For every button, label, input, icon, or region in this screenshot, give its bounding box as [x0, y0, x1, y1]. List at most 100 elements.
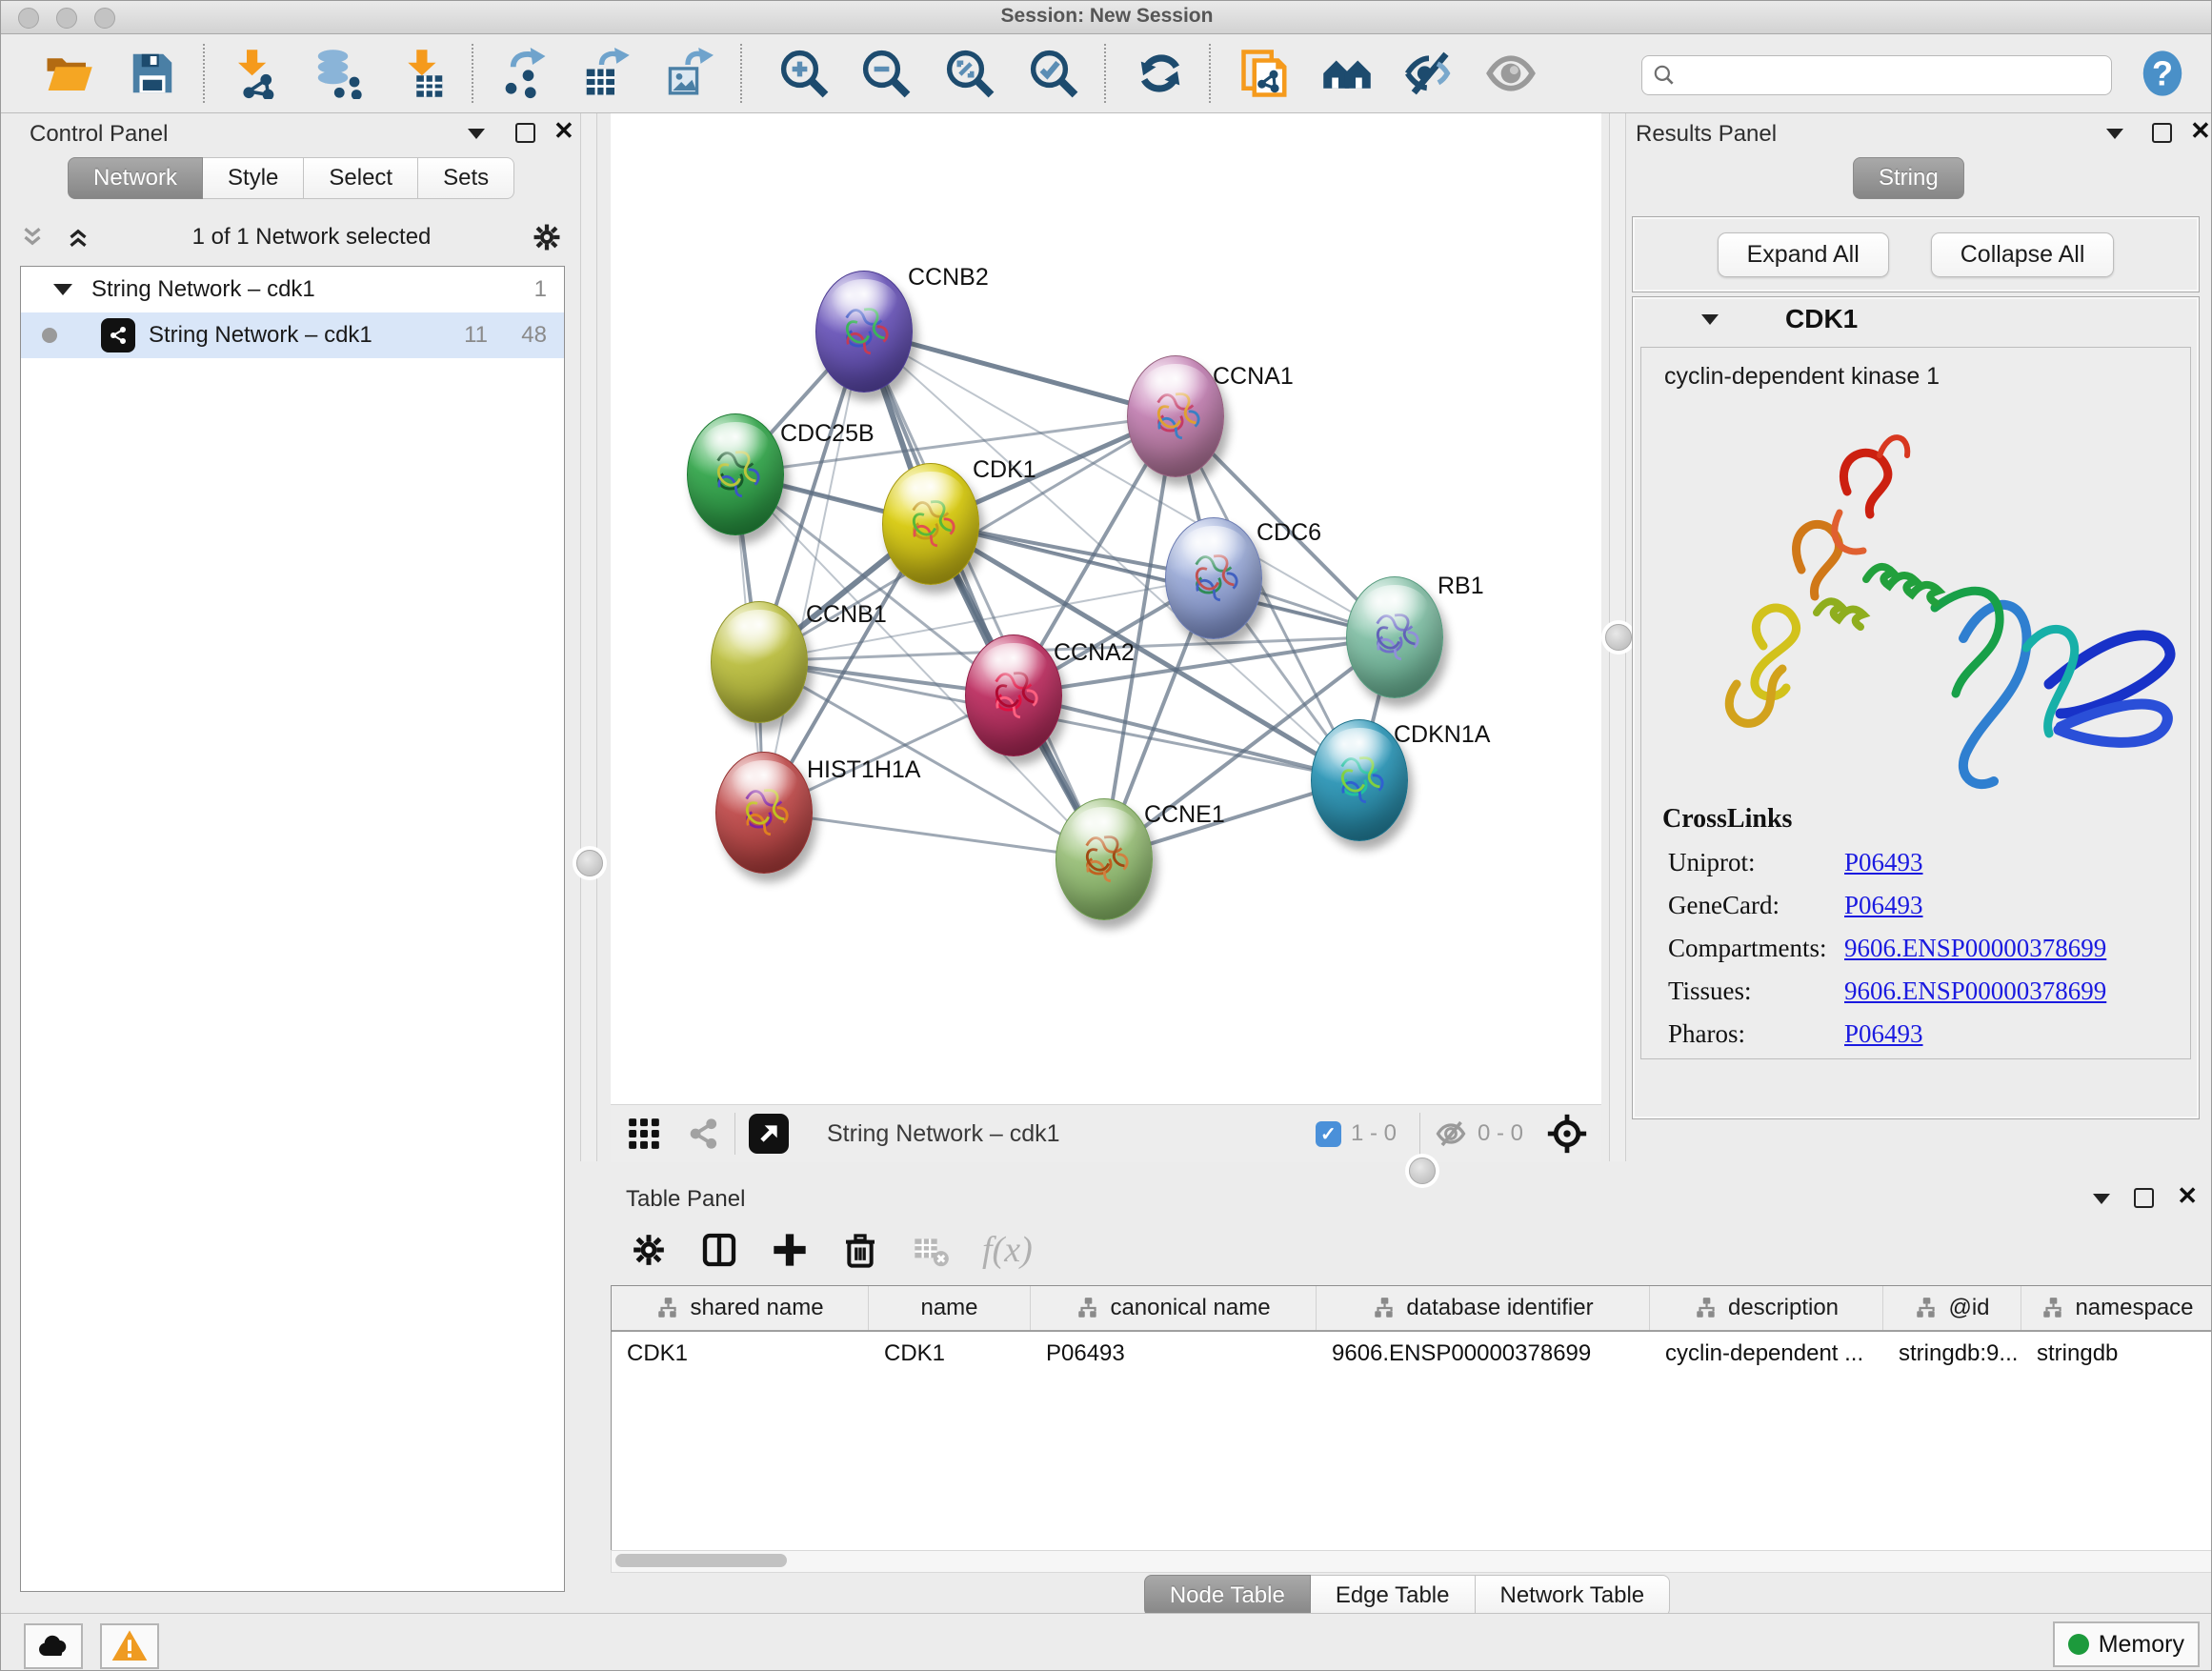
show-hide-button[interactable] [1481, 44, 1540, 103]
import-network-from-database-button[interactable] [308, 44, 367, 103]
share-view-icon[interactable] [685, 1116, 721, 1152]
table-panel-float-button[interactable] [2093, 1194, 2110, 1204]
zoom-fit-button[interactable] [940, 44, 999, 103]
network-row[interactable]: String Network – cdk1 11 48 [21, 312, 564, 358]
birds-eye-view-button[interactable] [749, 1114, 789, 1154]
network-options-gear-icon[interactable] [531, 221, 563, 253]
edge-CCNB2-HIST1H1A[interactable] [763, 331, 863, 812]
memory-button[interactable]: Memory [2053, 1621, 2200, 1667]
tab-select[interactable]: Select [304, 157, 418, 199]
show-columns-icon[interactable] [700, 1231, 738, 1269]
node-CCNA2[interactable] [965, 634, 1062, 756]
control-panel-float-button[interactable] [468, 129, 485, 139]
hidden-eye-icon[interactable] [1434, 1117, 1468, 1151]
zoom-out-button[interactable] [856, 44, 915, 103]
fit-selection-crosshair-icon[interactable] [1546, 1113, 1588, 1155]
node-CDK1[interactable] [882, 463, 979, 585]
bar-divider [734, 1113, 735, 1155]
refresh-view-button[interactable] [1131, 44, 1190, 103]
clone-network-button[interactable] [1236, 44, 1295, 103]
tree-expand-arrow-icon[interactable] [53, 284, 72, 295]
collapse-all-button[interactable]: Collapse All [1931, 232, 2115, 277]
results-panel-close-button[interactable]: ✕ [2190, 121, 2211, 140]
column-header-database-identifier[interactable]: database identifier [1317, 1286, 1650, 1330]
table-cell[interactable]: stringdb:9... [1883, 1340, 2021, 1367]
column-header--id[interactable]: @id [1883, 1286, 2021, 1330]
warning-status-button[interactable] [100, 1623, 159, 1669]
import-table-button[interactable] [393, 44, 452, 103]
network-canvas[interactable]: CCNB2CCNA1CDC25BCDK1CDC6RB1CCNB1CCNA2CDK… [611, 113, 1601, 1104]
edge-CCNE1-HIST1H1A[interactable] [763, 812, 1103, 858]
node-RB1[interactable] [1346, 576, 1443, 698]
table-cell[interactable]: stringdb [2021, 1340, 2212, 1367]
entry-collapse-arrow-icon[interactable] [1701, 314, 1719, 325]
save-session-button[interactable] [123, 44, 182, 103]
node-CCNB2[interactable] [815, 271, 913, 393]
crosslink-value-link[interactable]: P06493 [1844, 891, 1923, 920]
open-session-button[interactable] [39, 44, 98, 103]
tab-style[interactable]: Style [203, 157, 304, 199]
node-CCNA1[interactable] [1127, 355, 1224, 477]
node-HIST1H1A[interactable] [715, 752, 813, 874]
import-table-icon [397, 48, 449, 99]
table-panel-maximize-button[interactable] [2134, 1188, 2154, 1208]
export-image-button[interactable] [658, 44, 717, 103]
table-cell[interactable]: cyclin-dependent ... [1650, 1340, 1883, 1367]
help-button[interactable]: ? [2133, 44, 2192, 103]
table-cell[interactable]: CDK1 [612, 1340, 869, 1367]
grid-view-icon[interactable] [626, 1116, 662, 1152]
tab-node-table[interactable]: Node Table [1144, 1575, 1311, 1617]
zoom-in-button[interactable] [774, 44, 834, 103]
table-cell[interactable]: P06493 [1031, 1340, 1317, 1367]
network-collection-row[interactable]: String Network – cdk1 1 [21, 267, 564, 312]
add-column-icon[interactable] [771, 1231, 809, 1269]
tab-sets[interactable]: Sets [418, 157, 514, 199]
node-table[interactable]: shared namenamecanonical namedatabase id… [611, 1285, 2212, 1561]
tab-network[interactable]: Network [68, 157, 203, 199]
results-panel-maximize-button[interactable] [2152, 123, 2172, 143]
tab-network-table[interactable]: Network Table [1476, 1575, 1671, 1617]
column-header-shared-name[interactable]: shared name [612, 1286, 869, 1330]
search-input[interactable] [1677, 62, 2090, 89]
node-CDC25B[interactable] [687, 413, 784, 535]
column-header-name[interactable]: name [869, 1286, 1031, 1330]
table-row[interactable]: CDK1CDK1P064939606.ENSP00000378699cyclin… [612, 1332, 2212, 1376]
table-cell[interactable]: 9606.ENSP00000378699 [1317, 1340, 1650, 1367]
zoom-selected-button[interactable] [1024, 44, 1083, 103]
results-panel-float-button[interactable] [2106, 129, 2123, 139]
left-splitter[interactable] [573, 113, 605, 1161]
expand-all-button[interactable]: Expand All [1718, 232, 1889, 277]
zoom-selected-icon [1028, 48, 1079, 99]
column-header-namespace[interactable]: namespace [2021, 1286, 2212, 1330]
table-options-gear-icon[interactable] [630, 1231, 668, 1269]
expand-all-icon[interactable] [64, 223, 92, 252]
crosslink-value-link[interactable]: P06493 [1844, 1019, 1923, 1049]
node-CCNB1[interactable] [711, 601, 808, 723]
scrollbar-thumb[interactable] [615, 1554, 787, 1567]
table-panel-close-button[interactable]: ✕ [2177, 1186, 2198, 1205]
show-all-nodes-button[interactable] [1317, 44, 1377, 103]
zoom-in-icon [778, 48, 830, 99]
hide-selected-button[interactable] [1399, 44, 1458, 103]
import-network-button[interactable] [226, 44, 285, 103]
export-table-button[interactable] [576, 44, 635, 103]
column-header-canonical-name[interactable]: canonical name [1031, 1286, 1317, 1330]
control-panel-close-button[interactable]: ✕ [553, 121, 574, 140]
node-CCNE1[interactable] [1056, 798, 1153, 920]
export-network-button[interactable] [494, 44, 553, 103]
control-panel-maximize-button[interactable] [515, 123, 535, 143]
column-header-description[interactable]: description [1650, 1286, 1883, 1330]
crosslink-value-link[interactable]: 9606.ENSP00000378699 [1844, 976, 2106, 1006]
table-cell[interactable]: CDK1 [869, 1340, 1031, 1367]
selected-indicator-checkbox[interactable]: ✓ [1316, 1121, 1341, 1147]
table-horizontal-scrollbar[interactable] [611, 1550, 2212, 1573]
delete-column-icon[interactable] [841, 1231, 879, 1269]
collapse-all-icon[interactable] [18, 223, 47, 252]
crosslink-value-link[interactable]: P06493 [1844, 848, 1923, 877]
left-splitter-handle[interactable] [576, 850, 603, 876]
node-CDC6[interactable] [1165, 517, 1262, 639]
crosslink-value-link[interactable]: 9606.ENSP00000378699 [1844, 934, 2106, 963]
cloud-status-button[interactable] [24, 1623, 83, 1669]
tab-string[interactable]: String [1853, 157, 1964, 199]
tab-edge-table[interactable]: Edge Table [1311, 1575, 1476, 1617]
